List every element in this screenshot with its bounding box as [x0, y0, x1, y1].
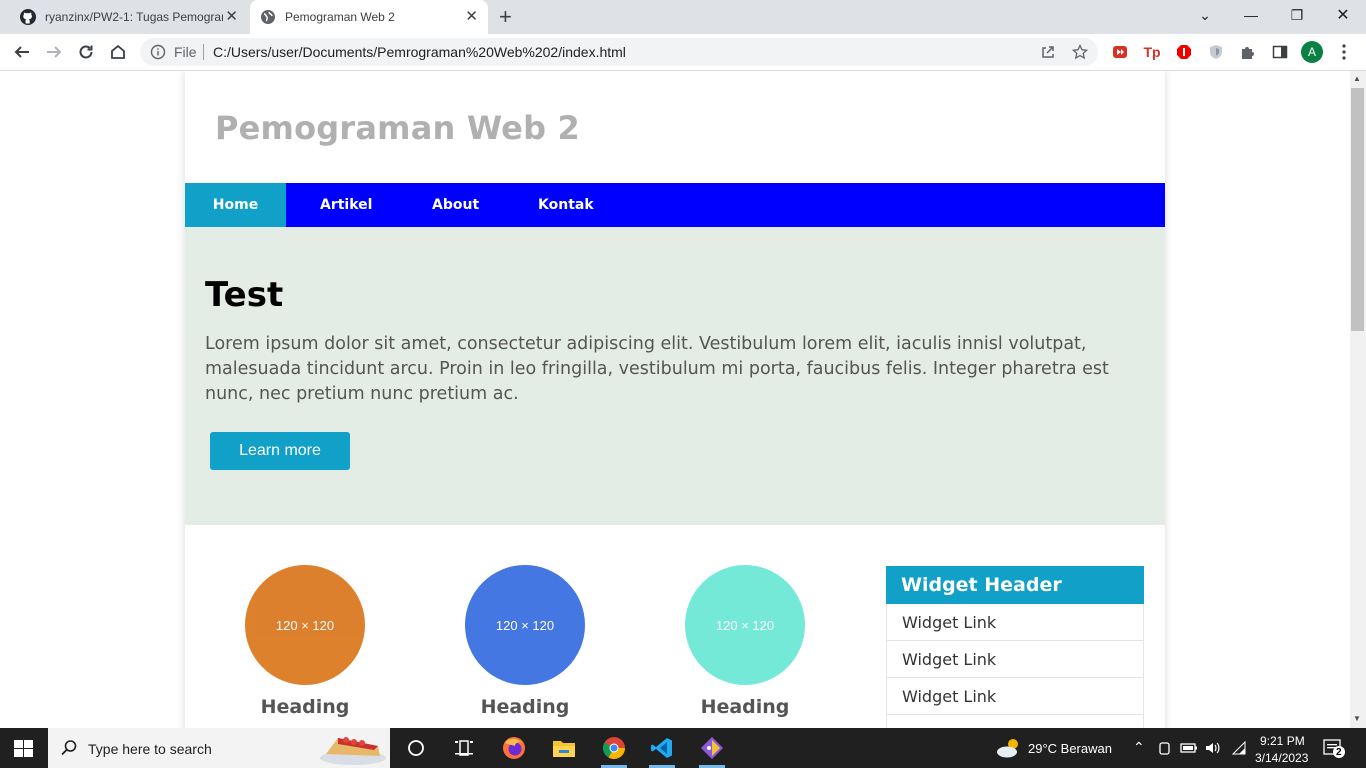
- image-placeholder-label: 120 × 120: [275, 617, 335, 633]
- side-panel-icon[interactable]: [1271, 43, 1289, 61]
- extension-adblock-icon[interactable]: [1175, 43, 1193, 61]
- restore-icon[interactable]: ❐: [1274, 0, 1320, 30]
- close-icon[interactable]: ✕: [465, 9, 478, 25]
- tab-strip: ryanzinx/PW2-1: Tugas Pemograman Web 2 ✕…: [0, 0, 1366, 34]
- notification-count-badge: 2: [1336, 747, 1342, 758]
- scheme-label: File: [174, 44, 197, 60]
- speaker-icon[interactable]: [1204, 740, 1220, 756]
- weather-cloud-sun-icon[interactable]: [995, 737, 1023, 759]
- nav-about[interactable]: About: [432, 183, 479, 227]
- widget-link[interactable]: Widget Link: [886, 604, 1144, 641]
- address-divider: [203, 44, 204, 60]
- nav-label: About: [432, 197, 480, 213]
- extension-shield-icon[interactable]: [1207, 43, 1225, 61]
- task-view-icon[interactable]: [401, 733, 431, 763]
- sidebar-widget: Widget Header Widget Link Widget Link Wi…: [886, 566, 1144, 728]
- globe-icon: [261, 10, 275, 24]
- nav-kontak[interactable]: Kontak: [538, 183, 594, 227]
- page-container: Pemograman Web 2 Home Artikel About Kont…: [185, 71, 1165, 728]
- tab-title: Pemograman Web 2: [285, 10, 395, 24]
- tab-title: ryanzinx/PW2-1: Tugas Pemograman Web 2: [45, 10, 223, 24]
- widget-link[interactable]: Widget Link: [886, 641, 1144, 678]
- windows-start-icon[interactable]: [14, 740, 34, 758]
- scroll-down-arrow-icon[interactable]: ▼: [1353, 714, 1361, 723]
- feature-heading-1: Heading: [260, 696, 350, 718]
- nav-label: Home: [212, 197, 259, 213]
- feature-image-2: 120 × 120: [465, 565, 585, 685]
- tab-github[interactable]: ryanzinx/PW2-1: Tugas Pemograman Web 2 ✕: [8, 0, 248, 34]
- widget-link-partial[interactable]: [886, 715, 1144, 728]
- back-icon[interactable]: [10, 40, 34, 64]
- info-icon[interactable]: [150, 44, 166, 60]
- new-tab-icon[interactable]: +: [499, 5, 512, 29]
- scroll-up-arrow-icon[interactable]: ▲: [1353, 74, 1361, 83]
- reload-icon[interactable]: [74, 40, 98, 64]
- menu-kebab-icon[interactable]: [1335, 43, 1353, 61]
- feature-heading-2: Heading: [480, 696, 570, 718]
- meet-now-icon[interactable]: [1158, 740, 1172, 756]
- image-placeholder-label: 120 × 120: [495, 617, 555, 633]
- image-placeholder-label: 120 × 120: [715, 617, 775, 633]
- scrollbar-thumb[interactable]: [1351, 88, 1364, 331]
- tab-search-icon[interactable]: ⌄: [1182, 0, 1228, 30]
- git-client-icon[interactable]: [697, 733, 727, 763]
- feature-image-1: 120 × 120: [245, 565, 365, 685]
- tab-pemograman[interactable]: Pemograman Web 2 ✕: [250, 0, 488, 34]
- extensions-puzzle-icon[interactable]: [1239, 43, 1257, 61]
- bookmark-star-icon[interactable]: [1071, 43, 1089, 61]
- vscode-icon[interactable]: [647, 733, 677, 763]
- weather-text[interactable]: 29°C Berawan: [1028, 741, 1112, 757]
- main-nav: Home Artikel About Kontak: [185, 183, 1165, 227]
- hero-text: Lorem ipsum dolor sit amet, consectetur …: [205, 334, 1109, 404]
- nav-artikel[interactable]: Artikel: [320, 183, 372, 227]
- close-icon[interactable]: ✕: [225, 9, 238, 25]
- forward-icon[interactable]: [42, 40, 66, 64]
- hero-section: Test Lorem ipsum dolor sit amet, consect…: [185, 227, 1165, 525]
- url-text[interactable]: C:/Users/user/Documents/Pemrograman%20We…: [213, 44, 626, 60]
- site-title: Pemograman Web 2: [215, 109, 580, 147]
- close-window-icon[interactable]: ✕: [1320, 0, 1366, 30]
- search-highlight-pie-icon: [320, 737, 386, 765]
- widget-link[interactable]: Widget Link: [886, 678, 1144, 715]
- extension-tp-icon[interactable]: Tp: [1143, 43, 1161, 61]
- chrome-icon[interactable]: [599, 733, 629, 763]
- minimize-icon[interactable]: —: [1228, 0, 1274, 30]
- battery-icon[interactable]: [1180, 741, 1198, 755]
- nav-home[interactable]: Home: [185, 183, 286, 227]
- home-icon[interactable]: [106, 40, 130, 64]
- file-explorer-icon[interactable]: [549, 733, 579, 763]
- search-icon: [61, 740, 77, 756]
- profile-avatar[interactable]: A: [1301, 41, 1323, 63]
- tray-overflow-chevron-icon[interactable]: ⌃: [1133, 739, 1145, 755]
- clock-date[interactable]: 3/14/2023: [1255, 750, 1308, 766]
- feature-image-3: 120 × 120: [685, 565, 805, 685]
- wifi-icon[interactable]: [1231, 741, 1247, 755]
- learn-more-button[interactable]: Learn more: [210, 432, 350, 470]
- nav-label: Kontak: [538, 197, 594, 213]
- extension-media-icon[interactable]: [1111, 43, 1129, 61]
- share-icon[interactable]: [1039, 43, 1057, 61]
- firefox-icon[interactable]: [499, 733, 529, 763]
- search-placeholder: Type here to search: [88, 741, 212, 757]
- hero-title: Test: [205, 275, 284, 315]
- widgets-icon[interactable]: [449, 733, 479, 763]
- feature-heading-3: Heading: [700, 696, 790, 718]
- nav-label: Artikel: [320, 197, 373, 213]
- clock-time[interactable]: 9:21 PM: [1260, 733, 1305, 749]
- widget-header: Widget Header: [886, 566, 1144, 604]
- github-icon: [20, 9, 36, 25]
- page-viewport: Pemograman Web 2 Home Artikel About Kont…: [0, 71, 1350, 728]
